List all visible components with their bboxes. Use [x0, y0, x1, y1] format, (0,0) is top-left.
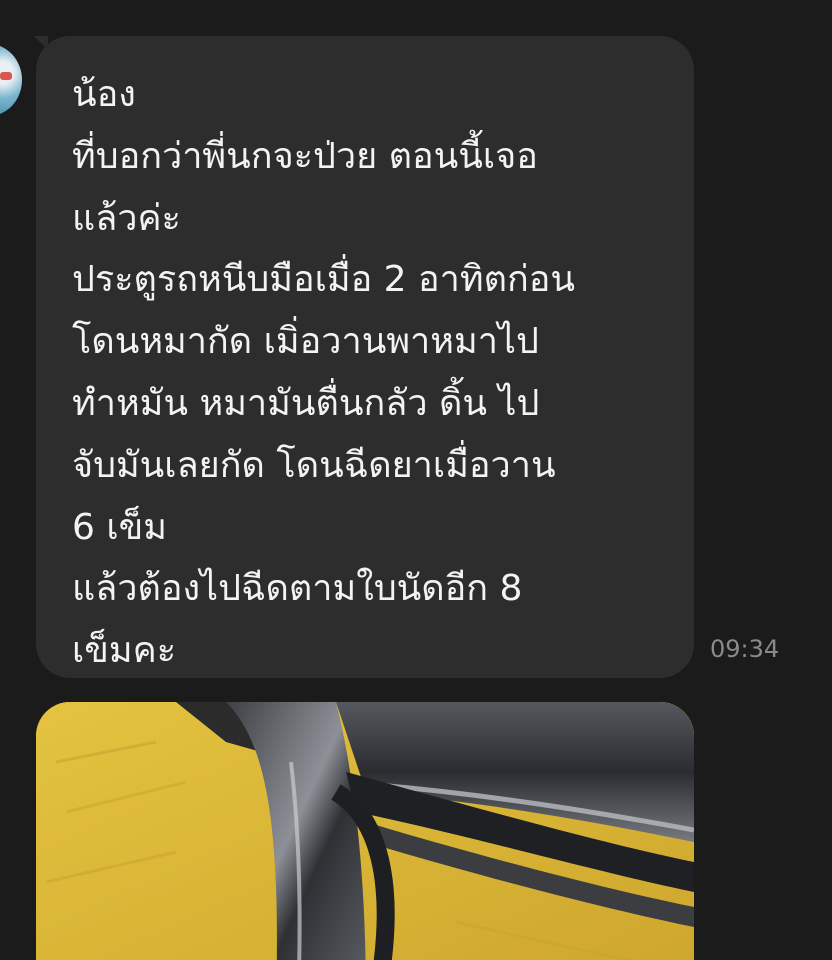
- message-line-5: โดนหมากัด เมิ่อวานพาหมาไป: [72, 321, 539, 363]
- message-line-7: จับมันเลยกัด โดนฉีดยาเมื่อวาน: [72, 444, 556, 486]
- chat-screen: น้อง ที่บอกว่าพี่นกจะป่วย ตอนนี้เจอ แล้ว…: [0, 0, 832, 960]
- message-line-8: 6 เข็ม: [72, 506, 167, 548]
- message-line-6: ทำหมัน หมามันตื่นกลัว ดิ้น ไป: [72, 382, 540, 424]
- message-line-4: ประตูรถหนีบมือเมื่อ 2 อาทิตก่อน: [72, 259, 575, 301]
- sender-avatar[interactable]: [0, 44, 22, 116]
- photo-message[interactable]: [36, 702, 694, 960]
- message-line-2: ที่บอกว่าพี่นกจะป่วย ตอนนี้เจอ: [72, 135, 538, 177]
- message-line-1: น้อง: [72, 74, 136, 115]
- message-line-10: เข็มคะ: [72, 630, 177, 672]
- photo-image: [36, 702, 694, 960]
- message-timestamp: 09:34: [710, 635, 780, 663]
- message-bubble[interactable]: น้อง ที่บอกว่าพี่นกจะป่วย ตอนนี้เจอ แล้ว…: [36, 36, 694, 678]
- message-line-9: แล้วต้องไปฉีดตามใบนัดอีก 8: [72, 568, 523, 610]
- avatar-detail: [0, 72, 12, 80]
- message-line-3: แล้วค่ะ: [72, 197, 181, 239]
